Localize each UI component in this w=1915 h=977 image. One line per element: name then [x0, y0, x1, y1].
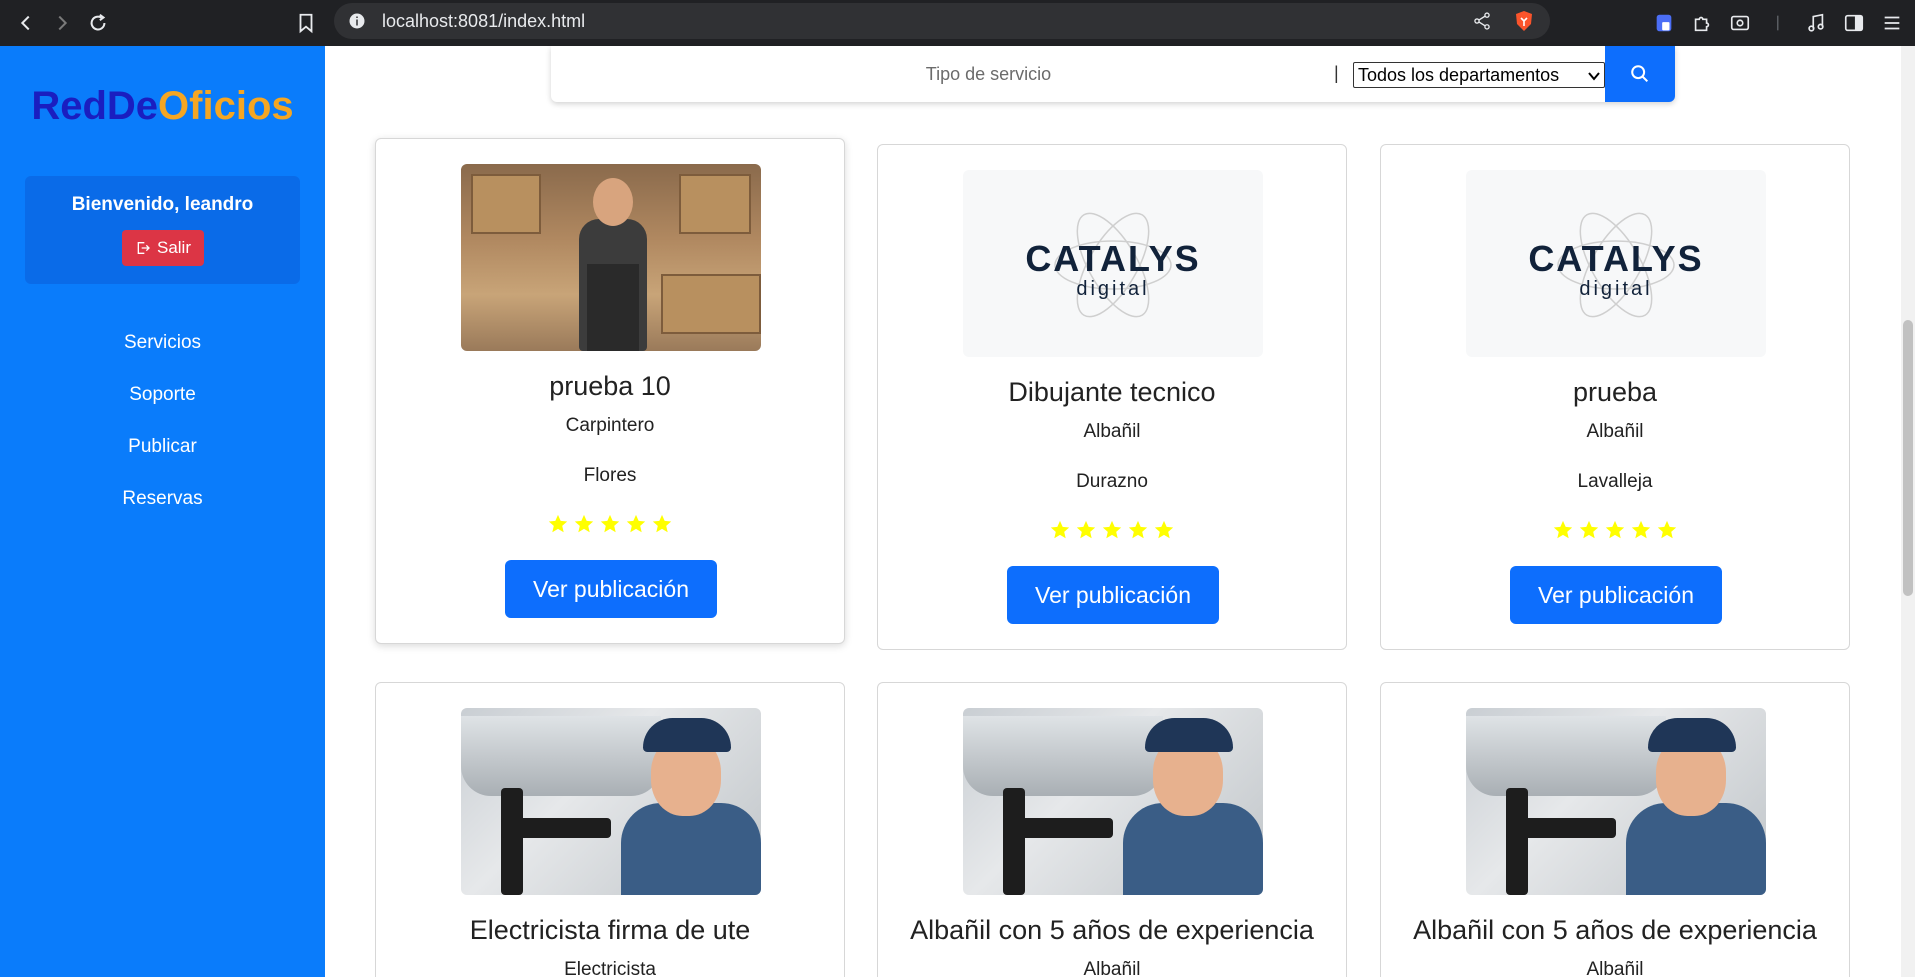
service-card: prueba 10 Carpintero Flores Ver publicac… [375, 138, 845, 644]
star-icon [1657, 520, 1677, 539]
service-title: Dibujante tecnico [1008, 377, 1216, 407]
service-department: Durazno [1076, 471, 1148, 492]
service-trade: Albañil [1586, 421, 1644, 442]
department-select[interactable]: Todos los departamentos [1353, 62, 1605, 88]
sidebar-item-reservas[interactable]: Reservas [0, 473, 325, 525]
screenshot-icon[interactable] [1725, 8, 1755, 38]
sidebar-nav: Servicios Soporte Publicar Reservas [0, 317, 325, 525]
share-icon[interactable] [1472, 11, 1492, 31]
service-image[interactable]: CATALYS digital [963, 170, 1263, 357]
search-button[interactable] [1605, 46, 1675, 102]
extensions-icon[interactable] [1687, 8, 1717, 38]
back-icon[interactable] [8, 5, 44, 41]
service-department: Lavalleja [1577, 471, 1653, 492]
service-image[interactable] [963, 708, 1263, 895]
bookmark-icon[interactable] [288, 5, 324, 41]
logo-sub: digital [1579, 278, 1653, 300]
service-trade: Electricista [564, 959, 656, 977]
service-image[interactable] [461, 708, 761, 895]
service-title: Electricista firma de ute [469, 915, 751, 945]
department-select-value: Todos los departamentos [1358, 64, 1560, 85]
chevron-down-icon [1588, 72, 1600, 81]
reload-icon[interactable] [80, 5, 116, 41]
sidebar-toggle-icon[interactable] [1839, 8, 1869, 38]
menu-icon[interactable] [1877, 8, 1907, 38]
star-icon [548, 514, 568, 533]
service-image[interactable] [461, 164, 761, 351]
star-icon [574, 514, 594, 533]
star-icon [600, 514, 620, 533]
star-icon [626, 514, 646, 533]
star-icon [1050, 520, 1070, 539]
star-icon [1579, 520, 1599, 539]
site-info-icon[interactable] [348, 12, 366, 30]
logo-word: CATALYS [1025, 238, 1201, 279]
service-card: Albañil con 5 años de experiencia Albañi… [877, 682, 1347, 977]
brand-part-2: Oficios [158, 84, 294, 128]
divider-icon [1763, 8, 1793, 38]
view-publication-button[interactable]: Ver publicación [1007, 566, 1219, 624]
service-title: Albañil con 5 años de experiencia [910, 915, 1314, 945]
service-title: prueba 10 [549, 371, 671, 401]
service-card: Albañil con 5 años de experiencia Albañi… [1380, 682, 1850, 977]
logout-label: Salir [156, 238, 191, 257]
star-icon [1102, 520, 1122, 539]
logo-sub: digital [1076, 278, 1150, 300]
welcome-text: Bienvenido, leandro [71, 194, 254, 215]
search-icon [1631, 65, 1649, 83]
service-trade: Albañil [1083, 421, 1141, 442]
service-card: Electricista firma de ute Electricista [375, 682, 845, 977]
page-scrollbar[interactable] [1901, 46, 1915, 977]
url-text: localhost:8081/index.html [382, 10, 586, 31]
star-icon [1631, 520, 1651, 539]
brand-part-1: RedDe [31, 84, 159, 128]
service-title: Albañil con 5 años de experiencia [1413, 915, 1817, 945]
rating-stars [1381, 519, 1849, 541]
star-icon [1605, 520, 1625, 539]
logout-button[interactable]: Salir [122, 230, 204, 266]
logo-word: CATALYS [1528, 238, 1704, 279]
star-icon [1128, 520, 1148, 539]
service-trade: Carpintero [565, 415, 655, 436]
rating-stars [376, 513, 844, 535]
sidebar-item-soporte[interactable]: Soporte [0, 369, 325, 421]
star-icon [1553, 520, 1573, 539]
star-icon [652, 514, 672, 533]
service-title: prueba [1572, 377, 1658, 407]
service-department: Flores [583, 465, 637, 486]
brand-logo[interactable]: RedDeOficios [0, 84, 325, 129]
browser-toolbar: localhost:8081/index.html [0, 0, 1915, 46]
scrollbar-thumb[interactable] [1903, 320, 1913, 596]
service-image[interactable]: CATALYS digital [1466, 170, 1766, 357]
sidebar-item-servicios[interactable]: Servicios [0, 317, 325, 369]
welcome-panel: Bienvenido, leandro Salir [25, 176, 300, 284]
star-icon [1154, 520, 1174, 539]
forward-icon[interactable] [44, 5, 80, 41]
logout-icon [137, 242, 150, 254]
search-separator: | [1334, 63, 1339, 83]
extension-shield-icon[interactable] [1649, 8, 1679, 38]
brave-shield-icon[interactable] [1512, 9, 1536, 33]
search-input[interactable] [561, 54, 1416, 94]
service-image[interactable] [1466, 708, 1766, 895]
view-publication-button[interactable]: Ver publicación [505, 560, 717, 618]
sidebar-item-publicar[interactable]: Publicar [0, 421, 325, 473]
service-trade: Albañil [1083, 959, 1141, 977]
sidebar: RedDeOficios Bienvenido, leandro Salir S… [0, 46, 325, 977]
media-icon[interactable] [1801, 8, 1831, 38]
rating-stars [878, 519, 1346, 541]
star-icon [1076, 520, 1096, 539]
view-publication-button[interactable]: Ver publicación [1510, 566, 1722, 624]
service-trade: Albañil [1586, 959, 1644, 977]
service-card: CATALYS digital prueba Albañil Lavalleja… [1380, 144, 1850, 650]
service-card: CATALYS digital Dibujante tecnico Albañi… [877, 144, 1347, 650]
address-bar[interactable]: localhost:8081/index.html [334, 3, 1550, 39]
